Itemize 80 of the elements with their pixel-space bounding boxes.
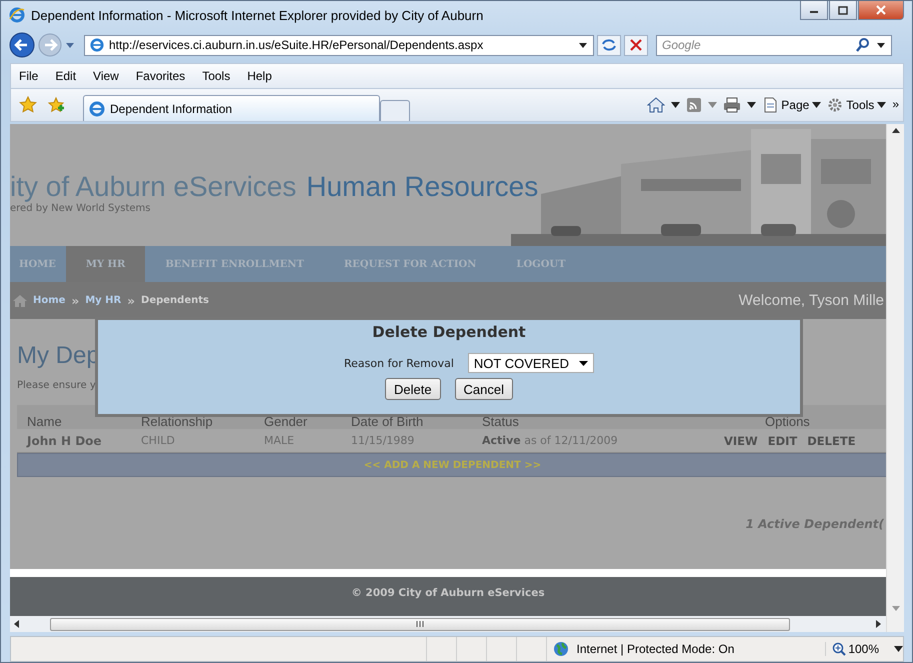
feeds-icon[interactable] [686, 97, 702, 113]
refresh-icon [601, 38, 617, 52]
search-icon[interactable] [856, 38, 870, 52]
table-cell-text: CHILD [141, 434, 176, 447]
dropdown-caret-icon[interactable] [578, 41, 588, 49]
browser-tab[interactable]: Dependent Information [83, 95, 380, 121]
tagline: ered by New World Systems [10, 202, 152, 214]
zoom-level[interactable]: 100% [832, 642, 888, 656]
scroll-right-icon[interactable] [876, 620, 882, 628]
maximize-button[interactable] [829, 1, 857, 20]
close-button[interactable] [858, 1, 904, 20]
caret-icon [812, 102, 822, 108]
footer-text: © 2009 City of Auburn eServices [351, 586, 545, 598]
home-icon[interactable] [647, 97, 666, 113]
scroll-up-icon[interactable] [892, 128, 900, 134]
caret-icon [877, 102, 886, 108]
column-header: Relationship [141, 414, 214, 428]
globe-icon [552, 641, 568, 657]
zoom-icon [832, 642, 846, 656]
command-menu[interactable]: Page [762, 97, 822, 113]
dropdown-caret-icon[interactable] [876, 41, 886, 49]
dialog-title: Delete Dependent [372, 323, 526, 341]
welcome-text: Welcome, Tyson Mille [738, 292, 884, 309]
cancel-button[interactable]: Cancel [454, 378, 514, 400]
overflow-chevron[interactable]: » [892, 97, 899, 111]
print-icon[interactable] [723, 97, 742, 113]
grip-icon [416, 621, 424, 627]
scroll-thumb[interactable] [50, 618, 790, 630]
dropdown-caret-icon[interactable] [894, 646, 903, 652]
menu-item[interactable]: Favorites [136, 69, 194, 83]
minimize-button[interactable] [800, 1, 828, 20]
browser-icon [9, 7, 25, 23]
dropdown-caret-icon[interactable] [747, 102, 756, 108]
home-icon [13, 294, 27, 306]
table-cell-text: John H Doe [25, 434, 103, 448]
gear-icon [827, 97, 844, 113]
summary-text: 1 Active Dependent( [746, 517, 884, 531]
security-zone[interactable]: Internet | Protected Mode: On [576, 642, 826, 656]
horizontal-scrollbar[interactable] [10, 616, 886, 632]
site-subtitle: Human Resources [306, 170, 538, 202]
site-title: ity of Auburn eServices [10, 170, 296, 202]
close-icon [875, 5, 887, 15]
caret-icon [579, 360, 588, 366]
table-cell-text: Active as of 12/11/2009 [482, 434, 619, 447]
maximize-icon [838, 6, 848, 14]
stop-icon [630, 39, 642, 51]
window-title: Dependent Information - Microsoft Internet Explorer provided by City of Auburn [31, 8, 484, 22]
page-icon [90, 38, 104, 52]
table-cell-text: 11/15/1989 [351, 434, 416, 447]
reason-dropdown[interactable]: NOT COVERED [468, 353, 594, 373]
back-button[interactable] [9, 32, 35, 58]
add-favorite-icon[interactable] [47, 96, 65, 114]
page-icon [89, 100, 105, 116]
dropdown-caret-icon[interactable] [671, 102, 680, 108]
column-header: Gender [264, 414, 308, 428]
search-field[interactable]: Google [656, 34, 892, 56]
column-header: Date of Birth [351, 414, 424, 428]
column-header: Name [26, 414, 63, 428]
column-header: Options [764, 414, 811, 428]
table-cell-text: MALE [264, 434, 296, 447]
menu-item[interactable]: Edit [55, 69, 86, 83]
menu-item[interactable]: Tools [202, 69, 240, 83]
command-menu[interactable]: Tools [827, 97, 886, 113]
breadcrumb-separator: » [71, 294, 80, 308]
breadcrumb-separator: » [127, 294, 136, 308]
scroll-left-icon[interactable] [14, 620, 20, 628]
vertical-scrollbar[interactable] [886, 124, 904, 632]
address-field[interactable]: http://eservices.ci.auburn.in.us/eSuite.HR/ePersonal/Dependents.aspx [84, 34, 594, 56]
favorites-star-icon[interactable] [19, 96, 37, 114]
intro-text: Please ensure y [17, 379, 96, 393]
menu-item[interactable]: View [93, 69, 128, 83]
menu-item[interactable]: Help [247, 69, 281, 83]
stop-button[interactable] [624, 34, 648, 56]
refresh-button[interactable] [597, 34, 621, 56]
column-header: Status [482, 414, 520, 428]
history-caret-icon[interactable] [65, 41, 75, 49]
field-label: Reason for Removal [344, 356, 454, 370]
menu-item[interactable]: File [19, 69, 48, 83]
delete-button[interactable]: Delete [384, 378, 441, 400]
page-icon [762, 97, 778, 113]
